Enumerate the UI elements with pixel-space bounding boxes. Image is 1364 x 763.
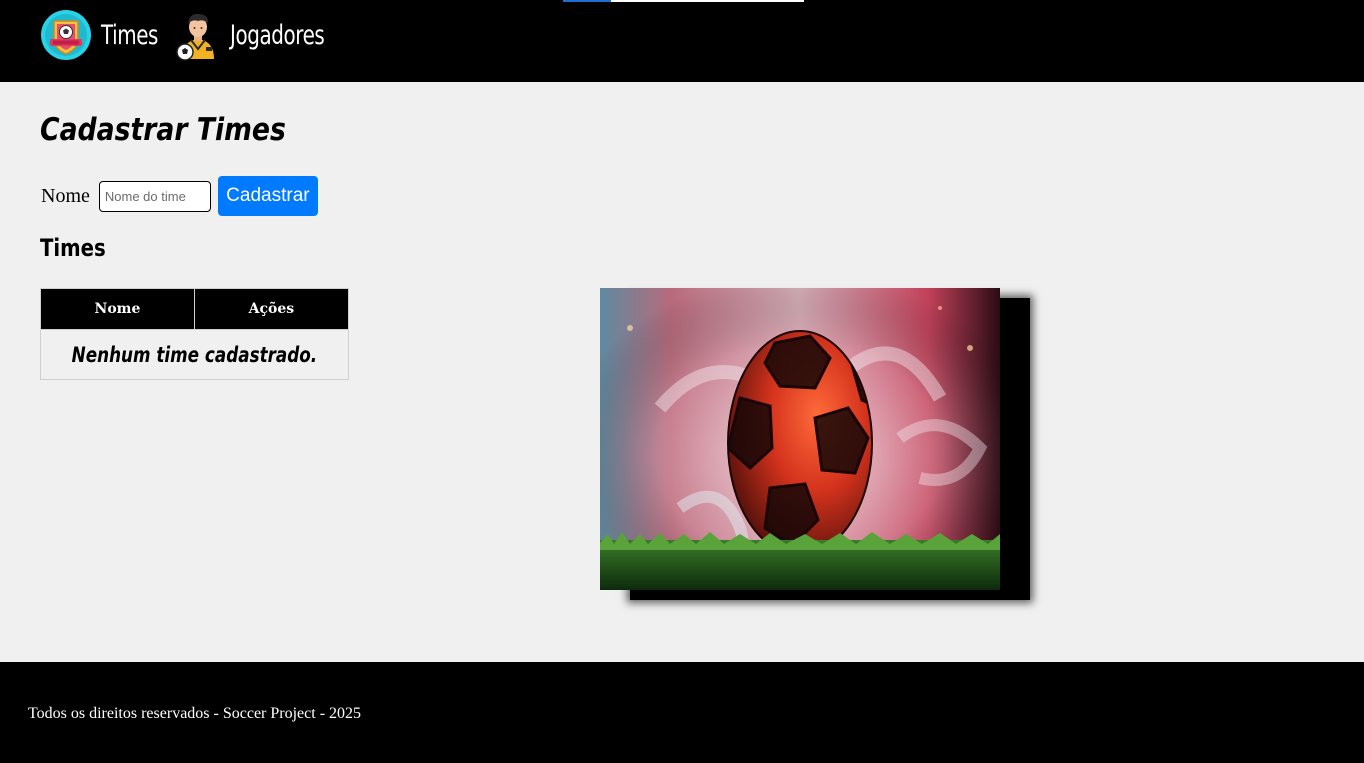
team-form: Nome Cadastrar [41, 176, 318, 216]
table-header-row: Nome Ações [40, 288, 349, 330]
footer-copyright: Todos os direitos reservados - Soccer Pr… [28, 705, 362, 722]
top-strip-accent [563, 0, 611, 2]
column-header-acoes: Ações [193, 288, 349, 330]
nav-label-times: Times [101, 19, 159, 51]
nav-link-times[interactable]: Times [40, 8, 171, 62]
soccer-ball-image [600, 288, 1000, 590]
nav-link-jogadores[interactable]: Jogadores [172, 8, 345, 62]
empty-table-cell: Nenhum time cadastrado. [40, 329, 349, 380]
section-title-times: Times [40, 234, 106, 262]
teams-table: Nome Ações Nenhum time cadastrado. [40, 288, 349, 380]
page-title: Cadastrar Times [40, 112, 286, 148]
cadastrar-button[interactable]: Cadastrar [217, 176, 318, 216]
top-navbar: Times Jogadores [0, 0, 1364, 82]
empty-message: Nenhum time cadastrado. [71, 342, 318, 367]
name-label: Nome [41, 184, 90, 207]
column-header-nome: Nome [40, 288, 195, 330]
table-row: Nenhum time cadastrado. [40, 329, 349, 380]
player-icon [176, 13, 214, 61]
nav-label-jogadores: Jogadores [230, 19, 325, 51]
soccer-badge-icon [41, 10, 91, 60]
team-name-input[interactable] [98, 180, 211, 212]
